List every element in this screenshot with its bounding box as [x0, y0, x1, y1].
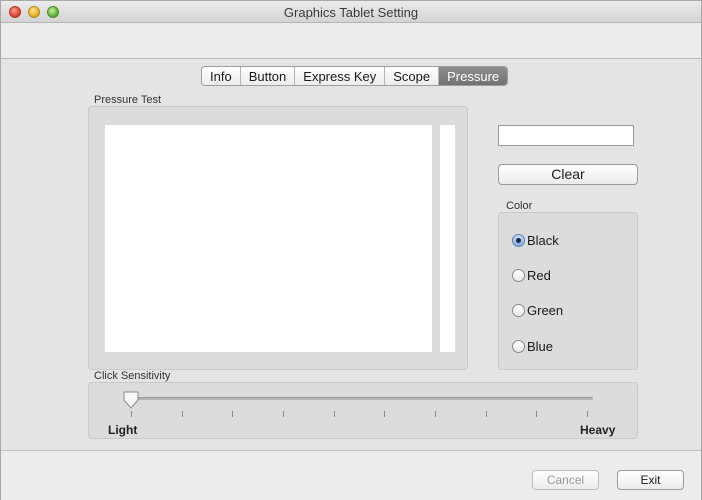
color-option-green[interactable]: Green: [512, 303, 563, 318]
tab-scope[interactable]: Scope: [385, 67, 440, 85]
sensitivity-slider-track[interactable]: [125, 397, 593, 400]
pressure-level-bar: [440, 125, 455, 352]
slider-tick: [435, 411, 436, 417]
toolbar-area: [1, 23, 701, 59]
window-title: Graphics Tablet Setting: [283, 5, 419, 20]
sensitivity-slider-knob[interactable]: [122, 391, 140, 409]
click-sensitivity-group: [88, 382, 638, 439]
slider-tick: [333, 411, 335, 417]
color-option-red[interactable]: Red: [512, 268, 551, 283]
pressure-test-label: Pressure Test: [94, 94, 162, 106]
color-option-label: Red: [527, 268, 551, 283]
radio-green[interactable]: [512, 304, 525, 317]
exit-button[interactable]: Exit: [617, 470, 684, 490]
slider-tick: [384, 411, 386, 417]
slider-tick: [283, 411, 284, 417]
color-option-black[interactable]: Black: [512, 233, 559, 248]
cancel-button[interactable]: Cancel: [532, 470, 599, 490]
clear-button[interactable]: Clear: [498, 164, 638, 185]
title-bar: Graphics Tablet Setting: [1, 1, 701, 23]
slider-tick: [181, 411, 183, 417]
slider-max-label: Heavy: [580, 423, 616, 437]
color-option-label: Black: [527, 233, 559, 248]
color-option-label: Blue: [527, 339, 554, 354]
tab-bar: Info Button Express Key Scope Pressure: [201, 66, 509, 86]
slider-tick: [131, 411, 132, 417]
color-option-label: Green: [527, 303, 564, 318]
slider-tick: [587, 411, 588, 417]
radio-black[interactable]: [512, 234, 525, 247]
slider-tick: [232, 411, 234, 417]
pressure-test-canvas[interactable]: [105, 125, 432, 352]
click-sensitivity-label: Click Sensitivity: [94, 370, 171, 382]
color-group-label: Color: [506, 200, 533, 212]
tab-button[interactable]: Button: [241, 67, 296, 85]
tab-express-key[interactable]: Express Key: [295, 67, 386, 85]
app-window: Graphics Tablet Setting Info Button Expr…: [0, 0, 702, 500]
radio-red[interactable]: [512, 269, 525, 282]
radio-blue[interactable]: [512, 340, 525, 353]
slider-tick: [485, 411, 487, 417]
color-option-blue[interactable]: Blue: [512, 339, 553, 354]
tab-info[interactable]: Info: [202, 67, 241, 85]
slider-min-label: Light: [108, 423, 138, 437]
pressure-value-field[interactable]: [498, 125, 634, 146]
slider-tick: [536, 411, 538, 417]
tab-pressure[interactable]: Pressure: [439, 67, 508, 85]
